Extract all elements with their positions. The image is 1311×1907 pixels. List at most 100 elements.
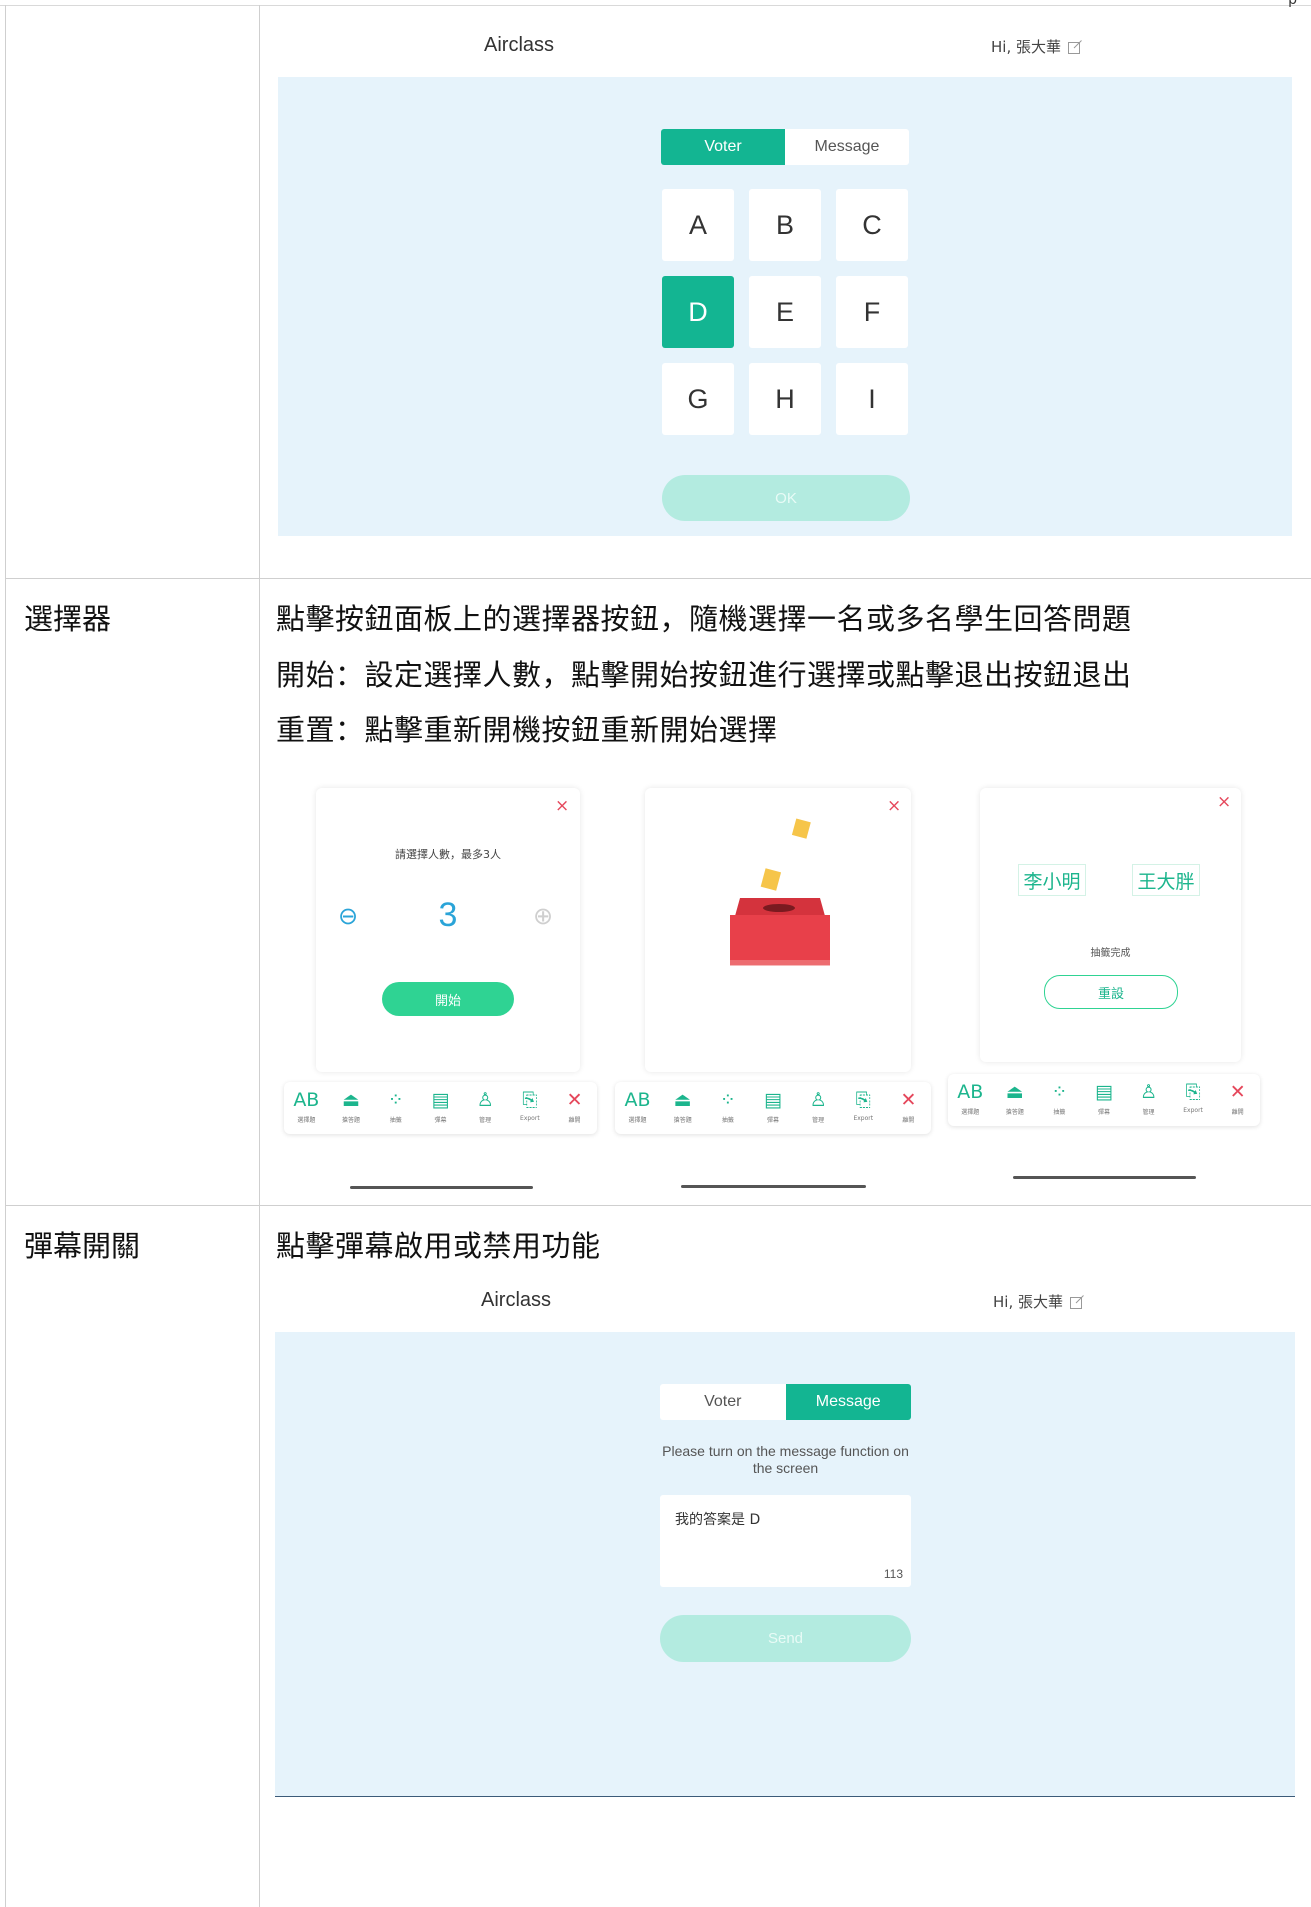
toolbar-button[interactable]: AB 選擇題 — [619, 1088, 657, 1124]
toolbar-button-label: 選擇題 — [297, 1117, 316, 1124]
toolbar-button[interactable]: AB 選擇題 — [287, 1088, 325, 1124]
draw-icon: ⁘ — [719, 1089, 736, 1111]
answer-key-grid: A B C D E F G H I — [662, 189, 908, 435]
greeting-text: Hi, 張大華 — [991, 38, 1061, 56]
answer-key-a[interactable]: A — [662, 189, 734, 261]
send-button[interactable]: Send — [660, 1615, 911, 1662]
home-indicator — [350, 1186, 533, 1189]
toolbar-button[interactable]: ✕ 離開 — [889, 1088, 927, 1124]
toolbar-button[interactable]: ⎘ Export — [844, 1088, 882, 1122]
lottery-box-illustration — [730, 818, 830, 966]
toolbar-button[interactable]: ⁘ 抽籤 — [1040, 1080, 1078, 1116]
message-input-value: 我的答案是 D — [675, 1512, 761, 1528]
answer-key-i[interactable]: I — [836, 363, 908, 435]
app-title: Airclass — [481, 1289, 552, 1311]
toolbar-button[interactable]: ▤ 彈幕 — [1085, 1080, 1123, 1116]
answer-key-g[interactable]: G — [662, 363, 734, 435]
chooser-toolbar-2: AB 選擇題 ⏏ 搶答題 ⁘ 抽籤 ▤ 彈幕 ♙ 管理 ⎘ Export ✕ 離開 — [615, 1082, 931, 1134]
toolbar-button[interactable]: ⏏ 搶答題 — [664, 1088, 702, 1124]
reset-button[interactable]: 重設 — [1044, 975, 1178, 1009]
draw-icon: ⁘ — [1051, 1081, 1068, 1103]
home-indicator — [681, 1185, 866, 1188]
toolbar-button-label: 搶答題 — [1005, 1109, 1024, 1116]
chooser-prompt: 請選擇人數，最多3人 — [395, 848, 501, 861]
voter-app-screenshot: Airclass Hi, 張大華 Voter Message A B C D E… — [278, 14, 1292, 536]
tab-message[interactable]: Message — [785, 1384, 911, 1420]
answer-key-f[interactable]: F — [836, 276, 908, 348]
toolbar-button-label: 搶答題 — [673, 1117, 692, 1124]
user-greeting[interactable]: Hi, 張大華 — [993, 1291, 1085, 1312]
toolbar-button[interactable]: ♙ 管理 — [466, 1088, 504, 1124]
toolbar-button-label: 離開 — [902, 1117, 915, 1124]
table-left-border — [5, 5, 6, 1907]
toolbar-button[interactable]: ♙ 管理 — [799, 1088, 837, 1124]
toolbar-button[interactable]: ✕ 離開 — [1219, 1080, 1257, 1116]
danmaku-label: 彈幕開關 — [24, 1229, 141, 1263]
tab-message[interactable]: Message — [785, 129, 909, 165]
toolbar-button[interactable]: ⎘ Export — [511, 1088, 549, 1122]
abcd-icon: AB — [624, 1089, 651, 1111]
close-icon: ✕ — [1229, 1081, 1246, 1103]
toolbar-button[interactable]: ♙ 管理 — [1130, 1080, 1168, 1116]
page-corner-mark: p — [1288, 0, 1297, 8]
toolbar-button[interactable]: ⁘ 抽籤 — [377, 1088, 415, 1124]
message-panel: Voter Message Please turn on the message… — [275, 1332, 1295, 1797]
answer-key-c[interactable]: C — [836, 189, 908, 261]
chooser-desc-line-3: 重置：點擊重新開機按鈕重新開始選擇 — [276, 713, 778, 747]
answer-key-b[interactable]: B — [749, 189, 821, 261]
toolbar-button[interactable]: ⏏ 搶答題 — [996, 1080, 1034, 1116]
manage-icon: ♙ — [1140, 1081, 1158, 1103]
chooser-desc-line-2: 開始：設定選擇人數，點擊開始按鈕進行選擇或點擊退出按鈕退出 — [276, 658, 1132, 692]
toolbar-button[interactable]: ⏏ 搶答題 — [332, 1088, 370, 1124]
toolbar-button-label: 選擇題 — [961, 1109, 980, 1116]
toolbar-button-label: 彈幕 — [766, 1117, 779, 1124]
voter-tabs: Voter Message — [661, 129, 909, 165]
bell-icon: ⏏ — [342, 1089, 361, 1111]
toolbar-button-label: 彈幕 — [1097, 1109, 1110, 1116]
answer-key-e[interactable]: E — [749, 276, 821, 348]
abcd-icon: AB — [957, 1081, 984, 1103]
app-header: Airclass Hi, 張大華 — [278, 14, 1292, 77]
toolbar-button[interactable]: ⁘ 抽籤 — [709, 1088, 747, 1124]
chooser-label: 選擇器 — [24, 602, 112, 636]
ok-button[interactable]: OK — [662, 475, 910, 521]
toolbar-button-label: 抽籤 — [1053, 1109, 1066, 1116]
edit-icon[interactable] — [1067, 39, 1083, 55]
tab-voter[interactable]: Voter — [661, 129, 785, 165]
user-greeting[interactable]: Hi, 張大華 — [991, 36, 1083, 57]
toolbar-button-label: 離開 — [1231, 1109, 1244, 1116]
message-input[interactable]: 我的答案是 D 113 — [660, 1495, 911, 1587]
close-icon: ✕ — [900, 1089, 917, 1111]
close-icon[interactable]: × — [555, 796, 569, 816]
toolbar-button[interactable]: ✕ 離開 — [556, 1088, 594, 1124]
draw-done-text: 抽籤完成 — [1090, 948, 1131, 959]
app-header: Airclass Hi, 張大華 — [275, 1269, 1295, 1332]
tab-voter[interactable]: Voter — [660, 1384, 786, 1420]
toolbar-button-label: 管理 — [479, 1117, 492, 1124]
table-column-divider — [259, 5, 260, 1907]
message-app-screenshot: Airclass Hi, 張大華 Voter Message Please tu… — [275, 1269, 1295, 1797]
toolbar-button-label: 抽籤 — [721, 1117, 734, 1124]
abcd-icon: AB — [293, 1089, 320, 1111]
answer-key-h[interactable]: H — [749, 363, 821, 435]
chooser-result-card: × 李小明 王大胖 抽籤完成 重設 — [980, 788, 1241, 1062]
export-icon: ⎘ — [1185, 1081, 1201, 1103]
toolbar-button[interactable]: ▤ 彈幕 — [754, 1088, 792, 1124]
close-icon[interactable]: × — [1217, 792, 1231, 812]
toolbar-button[interactable]: AB 選擇題 — [951, 1080, 989, 1116]
toolbar-button[interactable]: ⎘ Export — [1174, 1080, 1212, 1114]
answer-key-d[interactable]: D — [662, 276, 734, 348]
start-button[interactable]: 開始 — [382, 982, 514, 1016]
row-divider-2 — [5, 1205, 1311, 1206]
toolbar-button-label: Export — [1183, 1107, 1203, 1114]
export-icon: ⎘ — [855, 1089, 871, 1111]
plus-icon[interactable]: ⊕ — [533, 902, 553, 930]
toolbar-button-label: 管理 — [1142, 1109, 1155, 1116]
toolbar-button-label: 搶答題 — [342, 1117, 361, 1124]
edit-icon[interactable] — [1069, 1294, 1085, 1310]
danmaku-icon: ▤ — [1094, 1081, 1113, 1103]
char-counter: 113 — [883, 1567, 903, 1581]
toolbar-button[interactable]: ▤ 彈幕 — [421, 1088, 459, 1124]
manage-icon: ♙ — [809, 1089, 827, 1111]
close-icon: ✕ — [566, 1089, 583, 1111]
